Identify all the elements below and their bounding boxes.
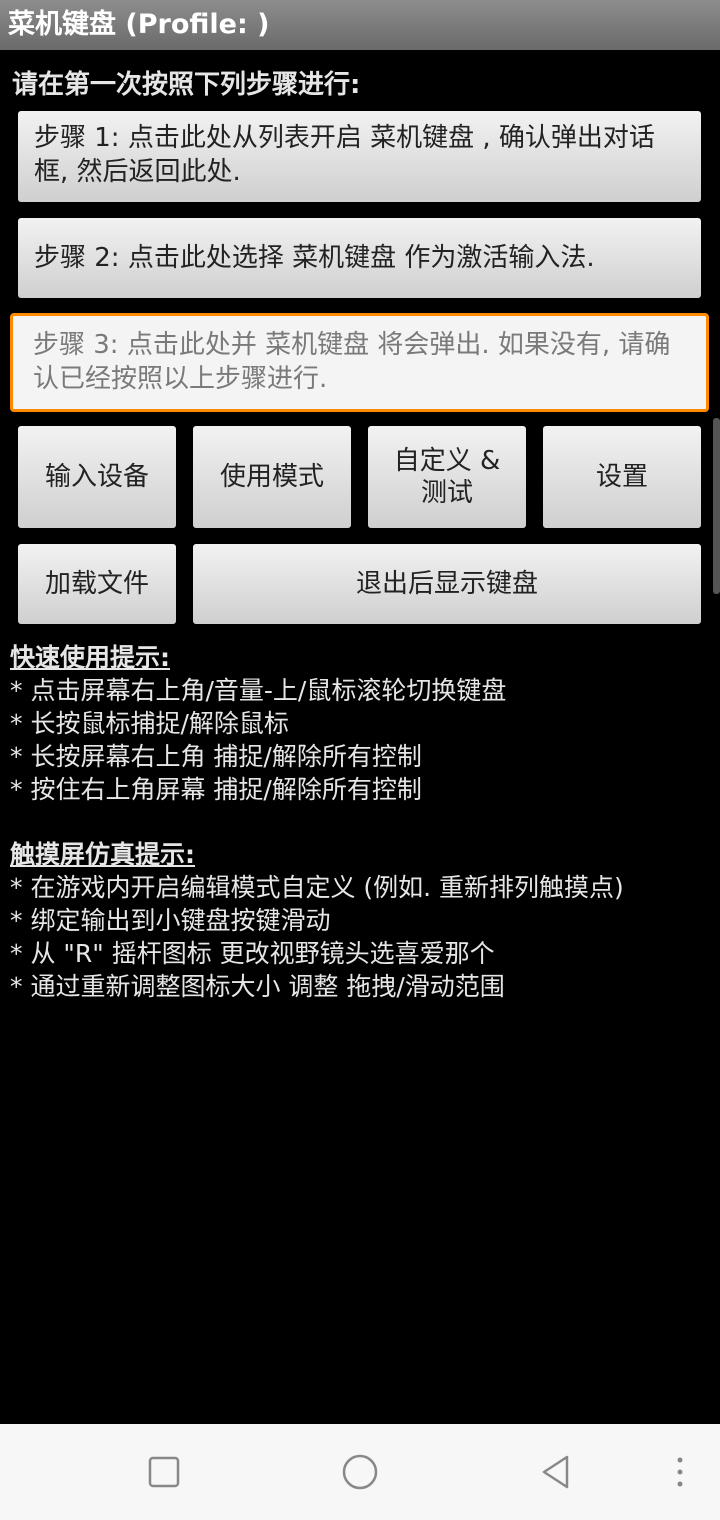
app-title-bar: 菜机键盘 (Profile: )	[0, 0, 720, 50]
list-item: * 长按鼠标捕捉/解除鼠标	[10, 709, 289, 738]
load-file-label: 加载文件	[44, 569, 149, 599]
customize-line1: 自定义 &	[393, 446, 501, 476]
list-item: * 在游戏内开启编辑模式自定义 (例如. 重新排列触摸点)	[10, 873, 624, 902]
list-item: * 从 "R" 摇杆图标 更改视野镜头选喜爱那个	[10, 939, 495, 968]
list-item: * 通过重新调整图标大小 调整 拖拽/滑动范围	[10, 972, 505, 1001]
show-keyboard-on-exit-label: 退出后显示键盘	[355, 569, 538, 599]
settings-button[interactable]: 设置	[543, 426, 701, 528]
usage-mode-button[interactable]: 使用模式	[193, 426, 351, 528]
navigation-bar	[0, 1424, 720, 1520]
input-devices-label: 输入设备	[44, 462, 149, 492]
settings-label: 设置	[595, 462, 648, 492]
quick-tips-section: 快速使用提示: * 点击屏幕右上角/音量-上/鼠标滚轮切换键盘 * 长按鼠标捕捉…	[10, 641, 506, 806]
list-item: * 绑定输出到小键盘按键滑动	[10, 906, 331, 935]
customize-test-label: 自定义 & 测试	[394, 445, 501, 509]
list-item: * 长按屏幕右上角 捕捉/解除所有控制	[10, 742, 422, 771]
input-devices-button[interactable]: 输入设备	[18, 426, 176, 528]
list-item: * 点击屏幕右上角/音量-上/鼠标滚轮切换键盘	[10, 676, 507, 705]
app-title: 菜机键盘 (Profile: )	[8, 9, 270, 40]
instruction-text: 请在第一次按照下列步骤进行:	[12, 70, 361, 100]
list-item: * 按住右上角屏幕 捕捉/解除所有控制	[10, 775, 422, 804]
scrollbar[interactable]	[713, 418, 720, 594]
touch-tips-section: 触摸屏仿真提示: * 在游戏内开启编辑模式自定义 (例如. 重新排列触摸点) *…	[10, 838, 624, 1003]
step2-button[interactable]: 步骤 2: 点击此处选择 菜机键盘 作为激活输入法.	[18, 218, 701, 298]
usage-mode-label: 使用模式	[219, 462, 324, 492]
home-icon[interactable]	[340, 1452, 380, 1492]
load-file-button[interactable]: 加载文件	[18, 544, 176, 624]
show-keyboard-on-exit-button[interactable]: 退出后显示键盘	[193, 544, 701, 624]
quick-tips-heading: 快速使用提示:	[10, 643, 170, 672]
recent-apps-icon[interactable]	[144, 1452, 184, 1492]
step3-button[interactable]: 步骤 3: 点击此处并 菜机键盘 将会弹出. 如果没有, 请确认已经按照以上步骤…	[10, 313, 709, 412]
step1-button[interactable]: 步骤 1: 点击此处从列表开启 菜机键盘 , 确认弹出对话框, 然后返回此处.	[18, 111, 701, 202]
customize-test-button[interactable]: 自定义 & 测试	[368, 426, 526, 528]
customize-line2: 测试	[420, 478, 473, 508]
more-icon[interactable]	[665, 1452, 695, 1492]
touch-tips-heading: 触摸屏仿真提示:	[10, 840, 195, 869]
back-icon[interactable]	[536, 1452, 576, 1492]
screen: 菜机键盘 (Profile: ) 请在第一次按照下列步骤进行: 步骤 1: 点击…	[0, 0, 720, 1520]
